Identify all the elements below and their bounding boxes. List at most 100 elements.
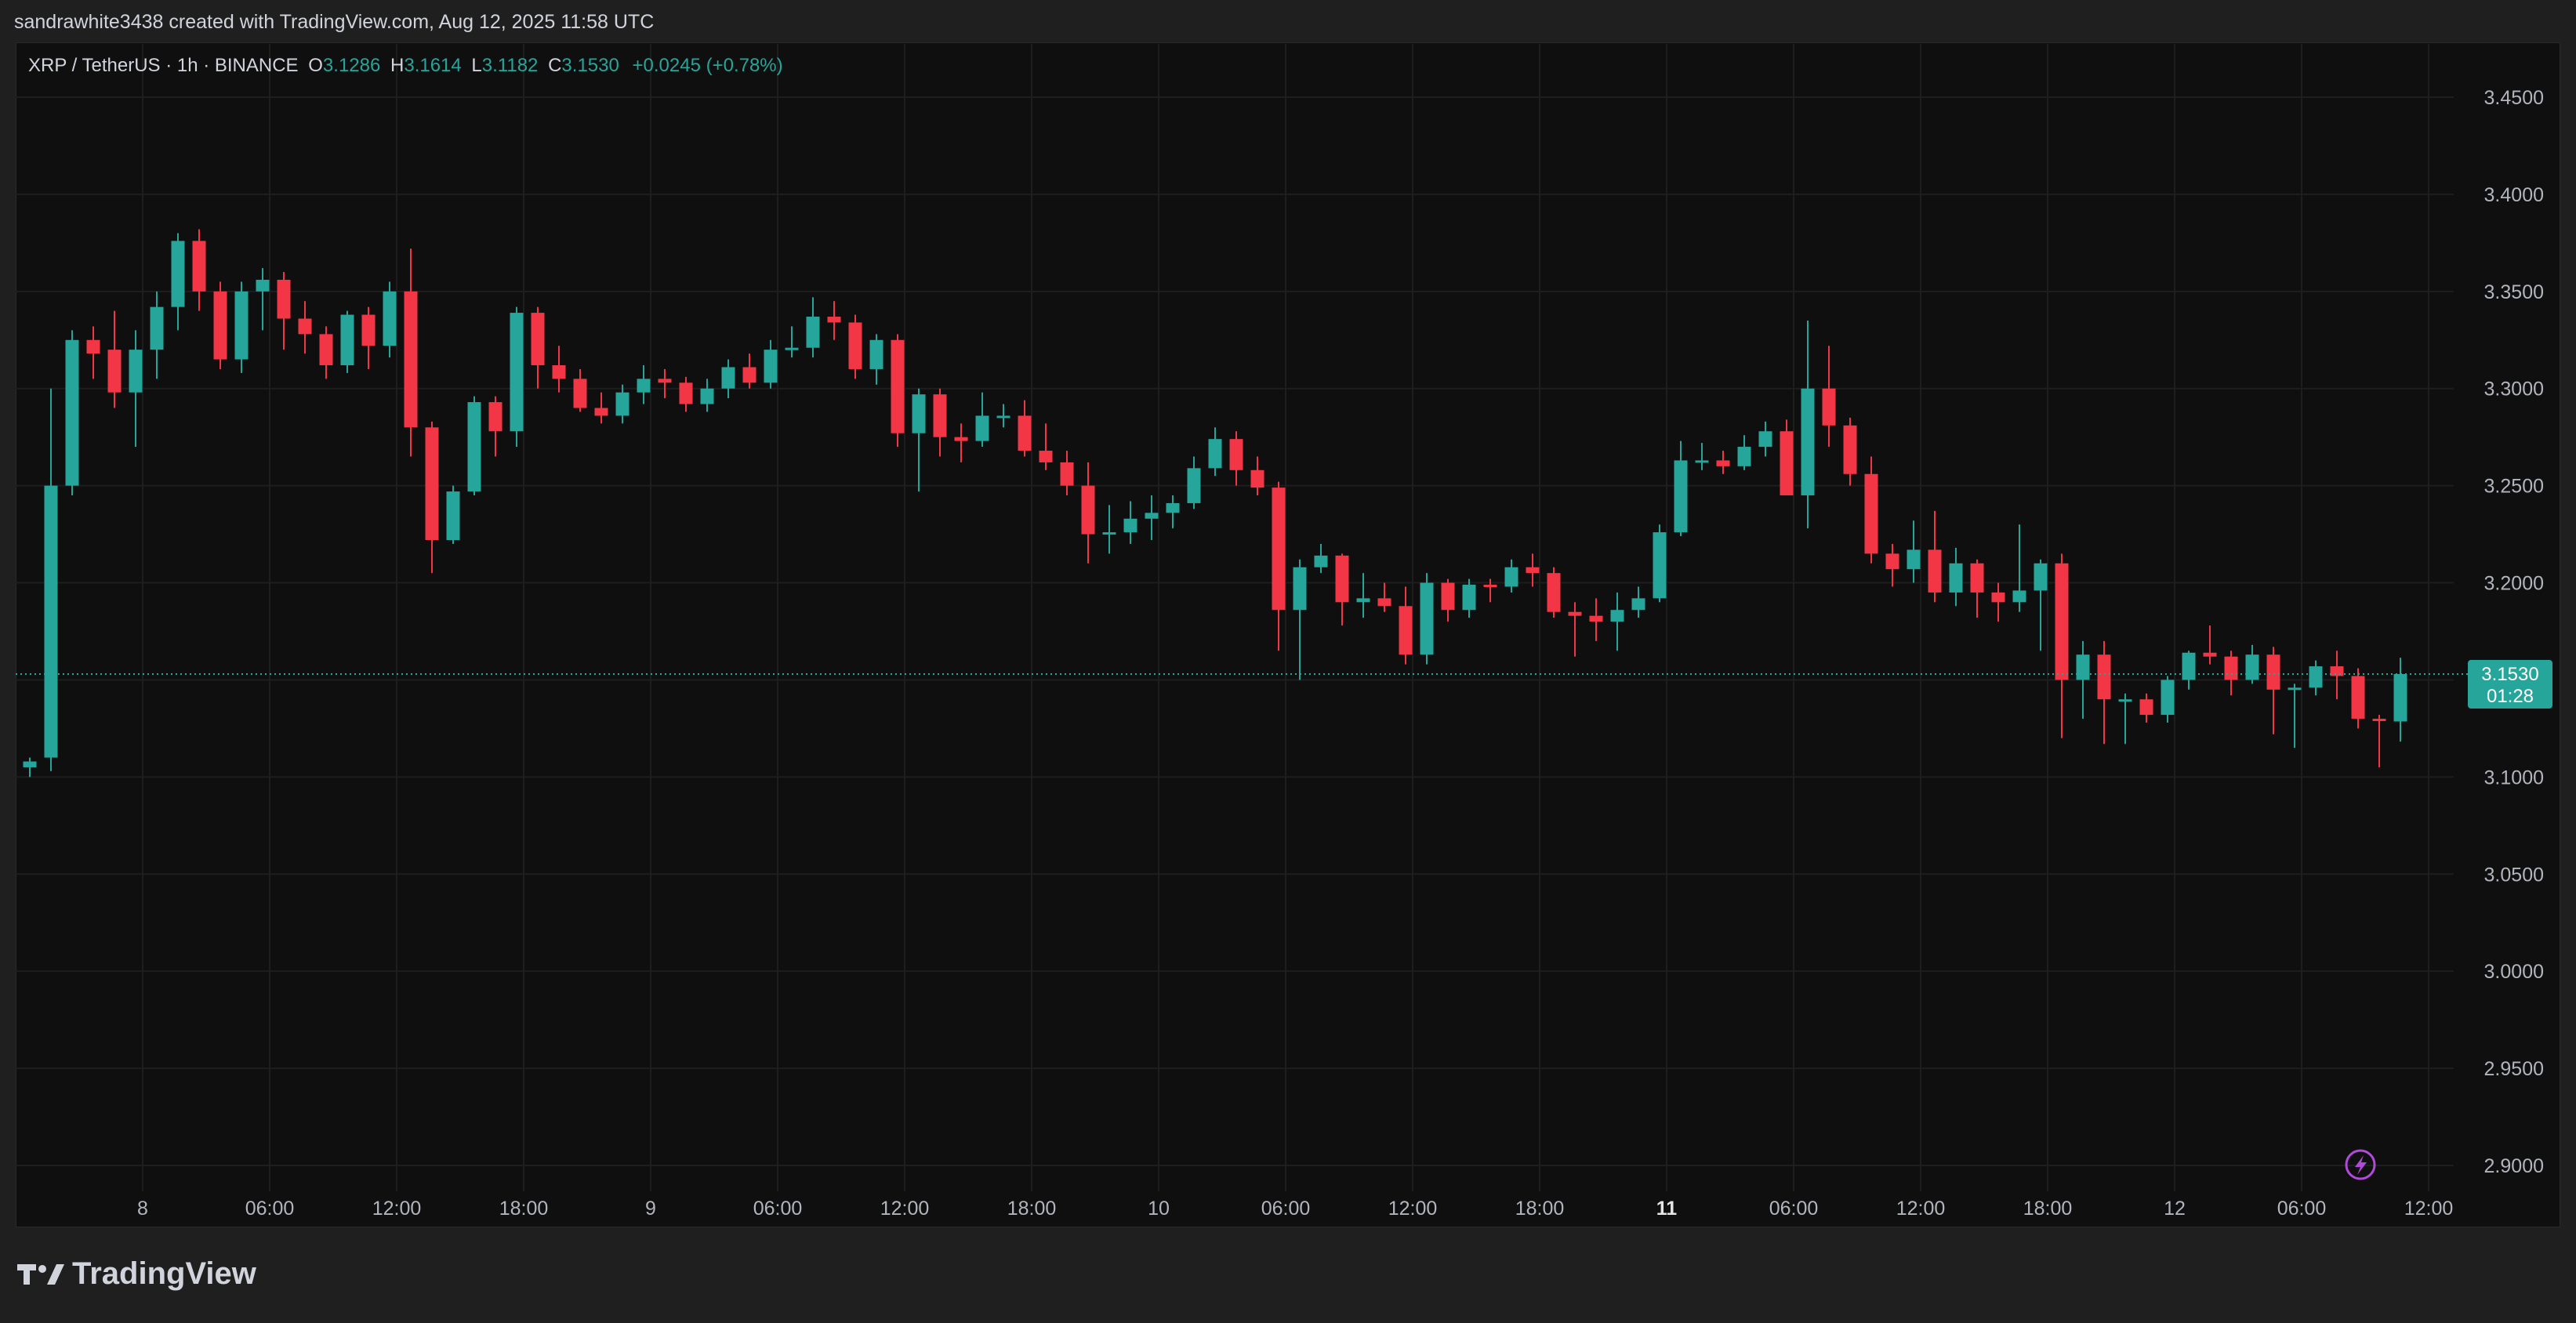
high-label: H xyxy=(390,55,405,76)
x-tick-label: 10 xyxy=(1148,1198,1170,1220)
tradingview-brand[interactable]: TradingView xyxy=(17,1256,256,1292)
candle-body xyxy=(1653,532,1667,599)
candle-body xyxy=(1462,585,1476,611)
candlestick-chart[interactable]: 3.4500 3.4000 3.3500 3.3000 3.2500 3.2000 3.15… xyxy=(0,0,2576,1323)
candle-body xyxy=(552,364,566,379)
candle-body xyxy=(107,350,122,393)
candle-body xyxy=(1864,473,1878,554)
candle-body xyxy=(1674,460,1688,533)
low-value: 3.1182 xyxy=(481,55,539,76)
candle-body xyxy=(1102,532,1116,535)
x-tick-label: 12:00 xyxy=(1388,1198,1438,1220)
candle-body xyxy=(1949,563,1963,593)
x-tick-label: 18:00 xyxy=(1515,1198,1565,1220)
y-tick-label: 3.3500 xyxy=(2484,281,2544,303)
y-tick-label: 3.0500 xyxy=(2484,864,2544,886)
candle-body xyxy=(1060,462,1074,486)
x-tick-label: 06:00 xyxy=(1261,1198,1311,1220)
candle-body xyxy=(2372,719,2386,722)
candle-body xyxy=(129,350,143,393)
candle-body xyxy=(742,367,756,383)
symbol-name[interactable]: XRP / TetherUS · 1h · BINANCE xyxy=(28,55,299,76)
x-tick-label: 8 xyxy=(137,1198,148,1220)
x-tick-label: 12:00 xyxy=(2404,1198,2454,1220)
candle-body xyxy=(1737,447,1751,466)
chart-grid xyxy=(16,44,2454,1191)
x-tick-label: 18:00 xyxy=(2023,1198,2073,1220)
candle-body xyxy=(361,314,376,346)
candle-body xyxy=(1335,555,1349,603)
candle-body xyxy=(1610,610,1624,622)
candle-body xyxy=(2012,590,2026,603)
y-tick-label: 3.0000 xyxy=(2484,961,2544,983)
candle-body xyxy=(44,485,58,758)
open-label: O xyxy=(308,55,323,76)
candle-body xyxy=(679,382,693,404)
change-value: +0.0245 (+0.78%) xyxy=(632,55,783,76)
candle-body xyxy=(1145,513,1159,519)
candle-body xyxy=(340,314,354,365)
candle-body xyxy=(171,241,185,307)
x-tick-label: 18:00 xyxy=(499,1198,549,1220)
candle-body xyxy=(891,339,905,433)
candle-body xyxy=(848,322,862,369)
y-tick-label: 3.2500 xyxy=(2484,476,2544,498)
candle-body xyxy=(721,367,735,389)
candle-body xyxy=(192,241,206,292)
low-label: L xyxy=(471,55,482,76)
candle-body xyxy=(1822,388,1836,426)
candle-body xyxy=(1356,598,1370,603)
candle-body xyxy=(1631,598,1645,611)
candle-body xyxy=(806,317,820,348)
candle-body xyxy=(319,334,333,365)
candle-series xyxy=(23,229,2407,777)
candle-body xyxy=(1420,582,1434,655)
candle-body xyxy=(615,392,629,416)
candle-body xyxy=(2097,654,2111,700)
x-tick-label: 06:00 xyxy=(1769,1198,1819,1220)
candle-body xyxy=(1123,518,1137,533)
symbol-legend[interactable]: XRP / TetherUS · 1h · BINANCE O3.1286 H3… xyxy=(28,55,783,77)
time-axis[interactable]: 8 06:00 12:00 18:00 9 06:00 12:00 18:00 10 06:00 1… xyxy=(137,1198,2453,1220)
candle-body xyxy=(2034,563,2048,591)
candle-body xyxy=(573,379,587,408)
candle-body xyxy=(1081,485,1095,535)
candle-body xyxy=(1801,388,1815,496)
x-tick-label: 12:00 xyxy=(880,1198,930,1220)
candle-body xyxy=(637,379,651,393)
candle-body xyxy=(383,291,397,346)
price-axis[interactable]: 3.4500 3.4000 3.3500 3.3000 3.2500 3.2000 3.15… xyxy=(2484,87,2544,1177)
candle-body xyxy=(65,339,79,486)
candle-body xyxy=(1504,567,1518,587)
candle-body xyxy=(2351,676,2365,719)
candle-body xyxy=(1018,415,1032,451)
candle-body xyxy=(869,339,883,369)
candle-body xyxy=(1039,451,1053,462)
candle-body xyxy=(2118,699,2132,702)
candle-body xyxy=(1377,598,1391,607)
candle-body xyxy=(1547,573,1561,612)
close-label: C xyxy=(548,55,562,76)
candle-body xyxy=(150,306,164,350)
candle-body xyxy=(298,318,312,335)
candle-body xyxy=(933,394,947,437)
countdown-value: 01:28 xyxy=(2487,686,2534,707)
candle-body xyxy=(510,313,524,432)
candle-body xyxy=(256,279,270,292)
candle-body xyxy=(1885,553,1899,570)
candle-body xyxy=(1758,431,1772,448)
candle-body xyxy=(2055,563,2069,680)
y-tick-label: 3.3000 xyxy=(2484,379,2544,401)
close-value: 3.1530 xyxy=(561,55,619,76)
x-tick-label: 12:00 xyxy=(1896,1198,1946,1220)
candle-body xyxy=(213,291,227,360)
candle-body xyxy=(2161,680,2175,716)
candle-body xyxy=(1991,592,2005,603)
candle-body xyxy=(996,415,1010,419)
candle-body xyxy=(1970,563,1984,593)
candle-body xyxy=(594,408,608,416)
candle-body xyxy=(1166,502,1180,513)
brand-name: TradingView xyxy=(72,1256,256,1291)
candle-body xyxy=(1907,549,1921,570)
candle-body xyxy=(1250,469,1264,488)
